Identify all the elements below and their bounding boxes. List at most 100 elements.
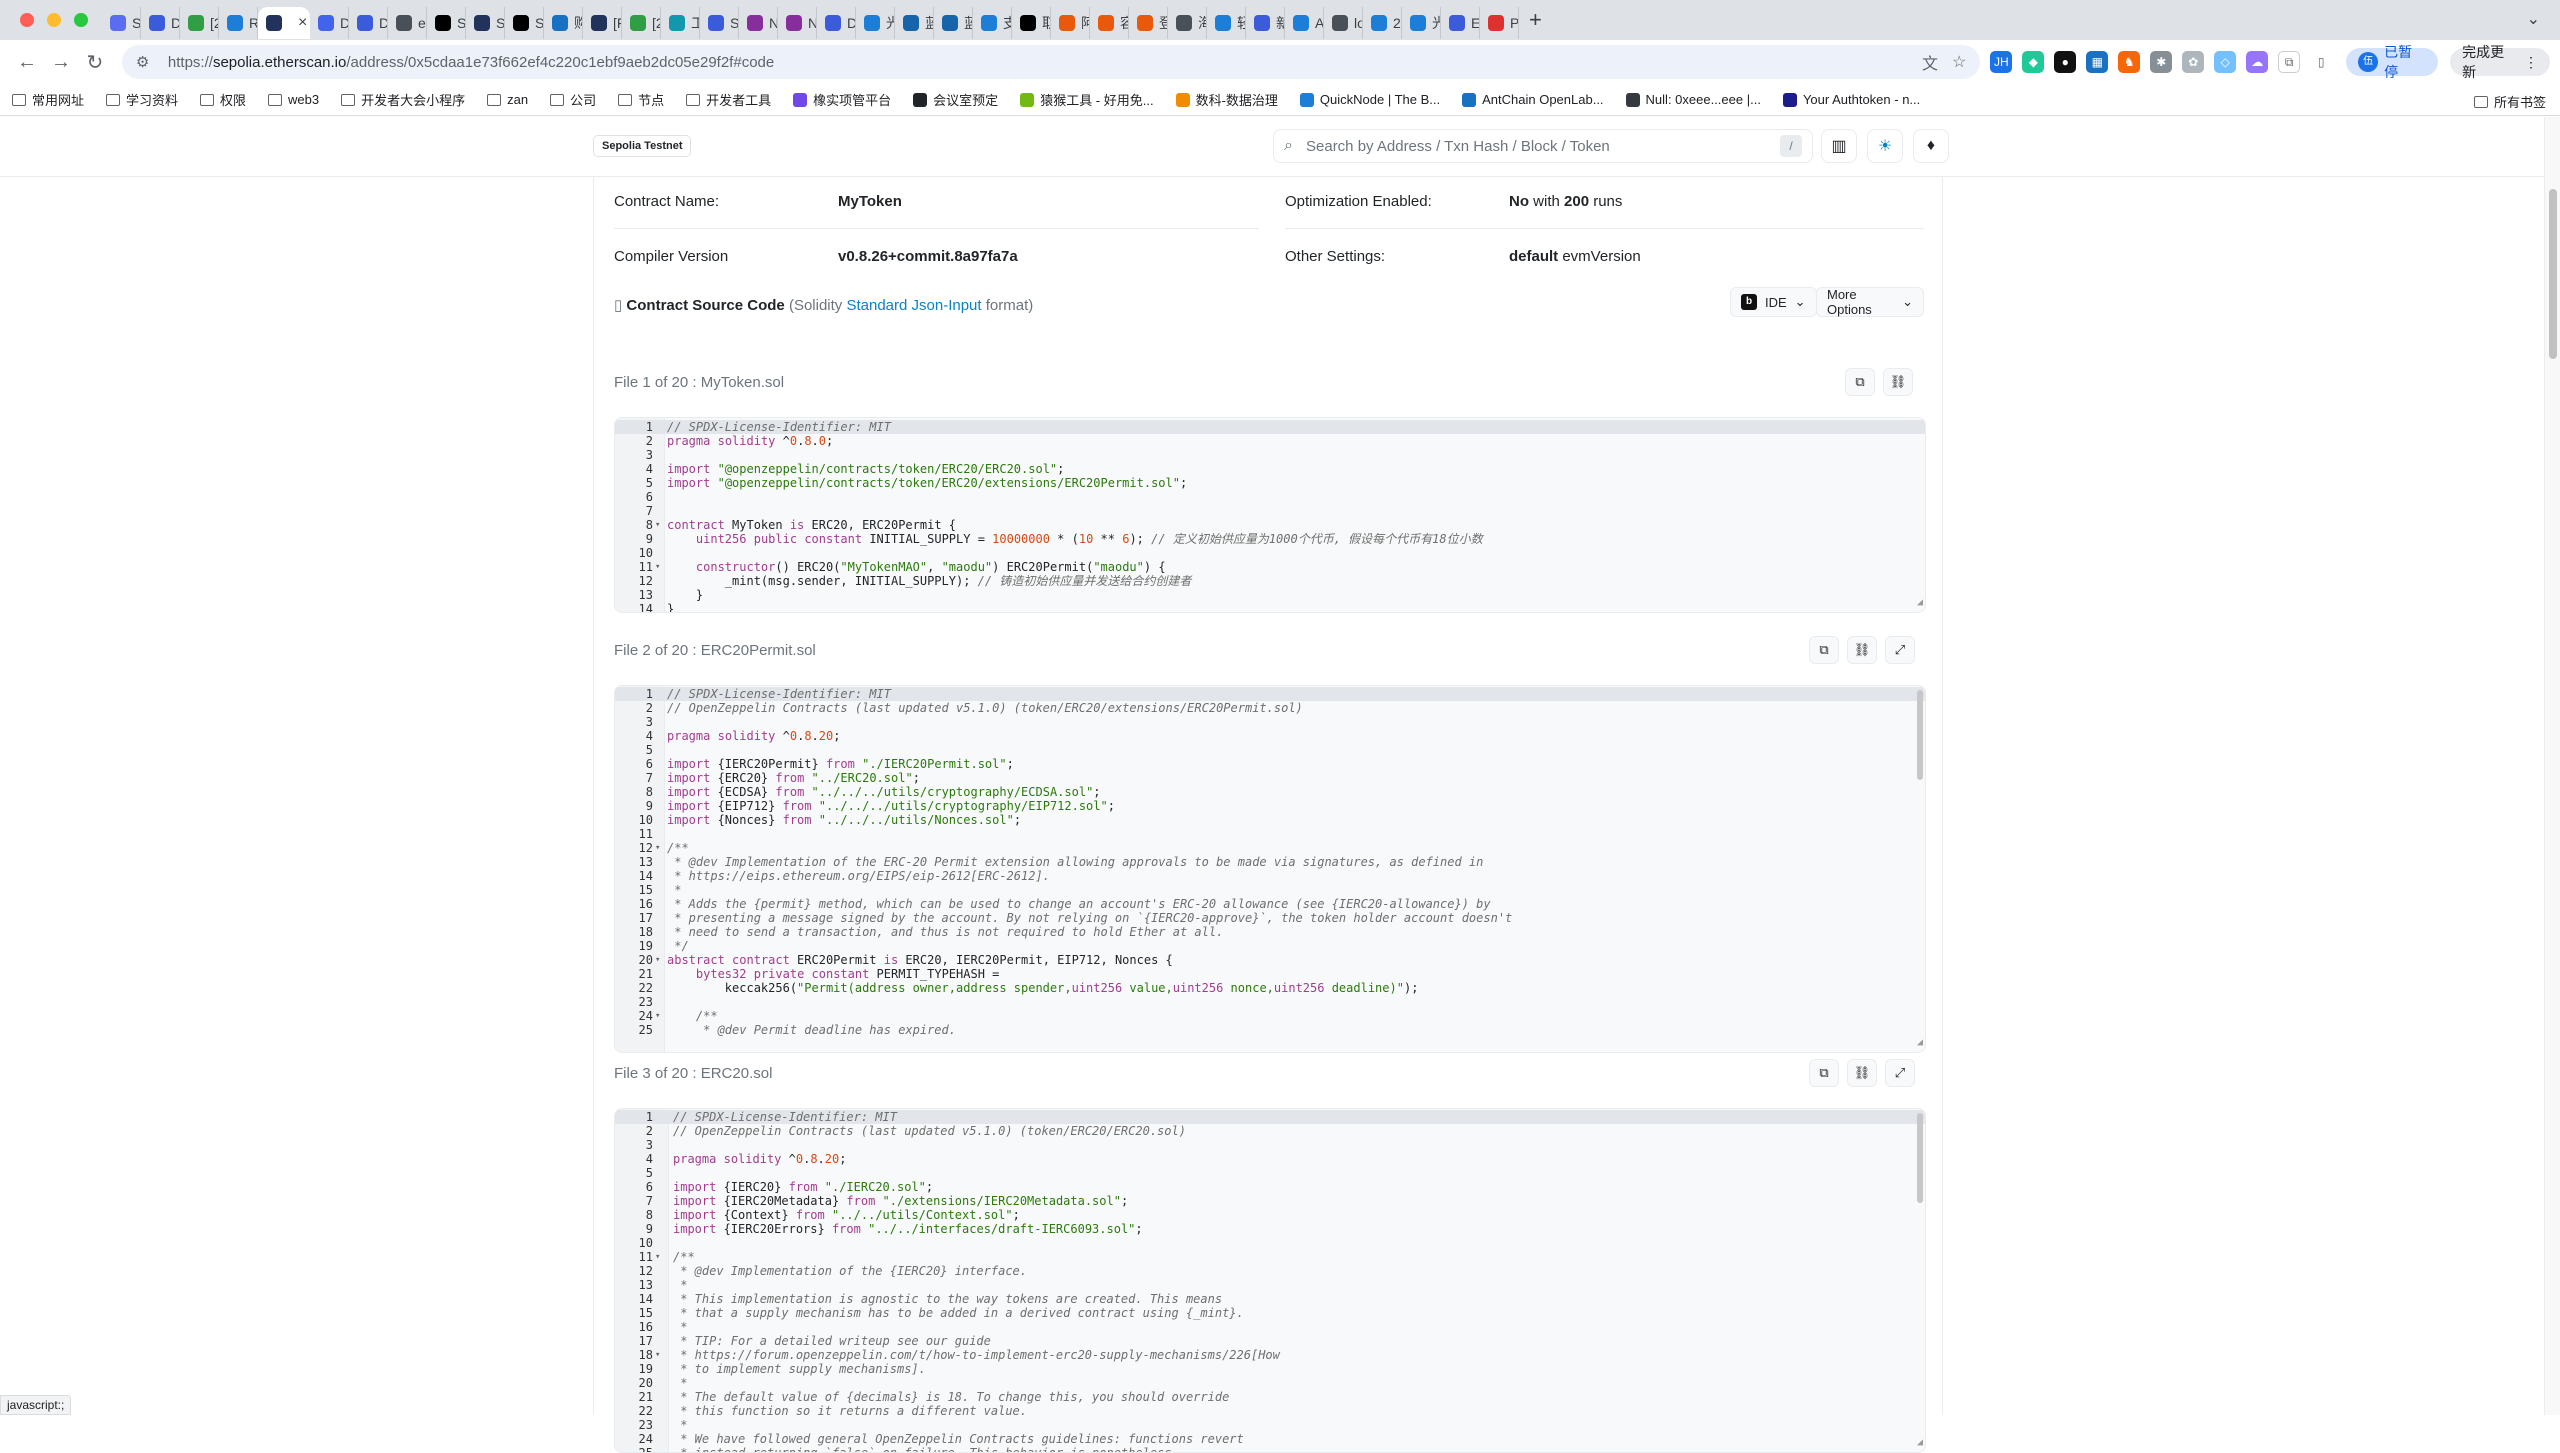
browser-tab[interactable]: ×: [258, 7, 310, 39]
bookmark-item[interactable]: web3: [268, 92, 319, 107]
resize-grip-icon[interactable]: ◢: [1917, 596, 1923, 610]
browser-tab[interactable]: 光寸: [1402, 7, 1441, 39]
browser-tab[interactable]: No: [778, 7, 817, 39]
fold-toggle-icon[interactable]: ▾: [655, 1009, 660, 1023]
browser-tab[interactable]: Se: [505, 7, 544, 39]
browser-tab[interactable]: [2: [180, 7, 219, 39]
bookmark-item[interactable]: 权限: [200, 90, 246, 109]
theme-sun-icon[interactable]: ☀: [1867, 129, 1903, 163]
browser-tab[interactable]: DM: [141, 7, 180, 39]
browser-tab[interactable]: [2: [622, 7, 661, 39]
browser-tab[interactable]: Ple: [1480, 7, 1519, 39]
fold-toggle-icon[interactable]: ▾: [655, 1250, 660, 1264]
browser-tab[interactable]: An: [1285, 7, 1324, 39]
bookmark-item[interactable]: 学习资料: [106, 90, 178, 109]
bookmark-item[interactable]: QuickNode | The B...: [1300, 92, 1440, 107]
site-info-icon[interactable]: ⚙: [136, 53, 158, 71]
browser-tab[interactable]: loc: [1324, 7, 1363, 39]
bookmark-item[interactable]: 开发者工具: [686, 90, 771, 109]
url-text[interactable]: https://sepolia.etherscan.io/address/0x5…: [168, 54, 1908, 71]
code-editor[interactable]: 1// SPDX-License-Identifier: MIT2// Open…: [614, 685, 1926, 1053]
minimize-window-button[interactable]: [47, 13, 61, 27]
bookmark-item[interactable]: AntChain OpenLab...: [1462, 92, 1603, 107]
browser-tab[interactable]: 取消: [1012, 7, 1051, 39]
extension-drop-icon[interactable]: ◇: [2214, 51, 2236, 73]
bookmark-item[interactable]: Your Authtoken - n...: [1783, 92, 1920, 107]
all-bookmarks-button[interactable]: 所有书签: [2474, 92, 2546, 111]
bookmark-item[interactable]: 会议室预定: [913, 90, 998, 109]
bookmark-item[interactable]: zan: [487, 92, 528, 107]
bookmark-item[interactable]: 常用网址: [12, 90, 84, 109]
extension-circle-icon[interactable]: ●: [2054, 51, 2076, 73]
back-arrow-icon[interactable]: ←: [10, 45, 44, 79]
new-tab-button[interactable]: +: [1529, 7, 1542, 33]
extension-cloud-icon[interactable]: ☁: [2246, 51, 2268, 73]
bookmark-item[interactable]: 公司: [550, 90, 596, 109]
copy-button[interactable]: ⧉: [1845, 368, 1875, 396]
link-button[interactable]: ⛓: [1847, 636, 1877, 664]
browser-tab[interactable]: Se: [466, 7, 505, 39]
browser-tab[interactable]: Da: [310, 7, 349, 39]
more-options-button[interactable]: More Options ⌄: [1816, 287, 1924, 317]
bookmark-item[interactable]: Null: 0xeee...eee |...: [1626, 92, 1761, 107]
browser-tab[interactable]: Eth: [1441, 7, 1480, 39]
browser-tab[interactable]: 海外: [1168, 7, 1207, 39]
extension-bug-icon[interactable]: ✿: [2182, 51, 2204, 73]
browser-tab[interactable]: 20: [1363, 7, 1402, 39]
browser-tab[interactable]: 工作: [661, 7, 700, 39]
fold-toggle-icon[interactable]: ▾: [655, 518, 660, 532]
address-bar[interactable]: ⚙ https://sepolia.etherscan.io/address/0…: [122, 45, 1980, 79]
fullscreen-button[interactable]: ⤢: [1885, 636, 1915, 664]
code-scrollbar-thumb[interactable]: [1917, 690, 1923, 780]
bookmark-item[interactable]: 开发者大会小程序: [341, 90, 465, 109]
code-editor[interactable]: 1// SPDX-License-Identifier: MIT2// Open…: [614, 1108, 1926, 1453]
fold-toggle-icon[interactable]: ▾: [655, 1348, 660, 1362]
code-scrollbar-thumb[interactable]: [1917, 1113, 1923, 1203]
bookmark-item[interactable]: 数科-数据治理: [1176, 90, 1278, 109]
browser-tab[interactable]: 轻松: [1207, 7, 1246, 39]
metamask-icon[interactable]: ♞: [2118, 51, 2140, 73]
browser-tab[interactable]: [F: [583, 7, 622, 39]
browser-tab[interactable]: DM: [817, 7, 856, 39]
link-button[interactable]: ⛓: [1883, 368, 1913, 396]
browser-tab[interactable]: 登录: [1129, 7, 1168, 39]
fold-toggle-icon[interactable]: ▾: [655, 953, 660, 967]
code-editor[interactable]: 1// SPDX-License-Identifier: MIT2pragma …: [614, 417, 1926, 613]
browser-tab[interactable]: 蓝领: [934, 7, 973, 39]
browser-tab[interactable]: No: [739, 7, 778, 39]
side-panel-icon[interactable]: ▯: [2310, 51, 2332, 73]
browser-tab[interactable]: 购买: [544, 7, 583, 39]
translate-icon[interactable]: 文: [1922, 50, 1938, 74]
browser-tab[interactable]: Re: [219, 7, 258, 39]
bookmark-item[interactable]: 节点: [618, 90, 664, 109]
browser-tab[interactable]: Se: [102, 7, 141, 39]
resize-grip-icon[interactable]: ◢: [1917, 1436, 1923, 1450]
bookmark-star-icon[interactable]: ☆: [1952, 52, 1966, 72]
close-tab-icon[interactable]: ×: [298, 14, 307, 32]
extension-green-icon[interactable]: ◆: [2022, 51, 2044, 73]
browser-tab[interactable]: DM: [349, 7, 388, 39]
extension-puzzle-gray-icon[interactable]: ✱: [2150, 51, 2172, 73]
reload-icon[interactable]: ↻: [78, 45, 112, 79]
copy-button[interactable]: ⧉: [1809, 1059, 1839, 1087]
resize-grip-icon[interactable]: ◢: [1917, 1036, 1923, 1050]
browser-tab[interactable]: 光寸: [856, 7, 895, 39]
browser-tab[interactable]: 支付: [973, 7, 1012, 39]
browser-tab[interactable]: 容器: [1090, 7, 1129, 39]
forward-arrow-icon[interactable]: →: [44, 45, 78, 79]
extension-jh-icon[interactable]: JH: [1990, 51, 2012, 73]
browser-tab[interactable]: 阿里: [1051, 7, 1090, 39]
tab-search-icon[interactable]: ⌄: [2527, 9, 2540, 29]
copy-button[interactable]: ⧉: [1809, 636, 1839, 664]
fullscreen-button[interactable]: ⤢: [1885, 1059, 1915, 1087]
browser-tab[interactable]: eth: [388, 7, 427, 39]
extension-calendar-icon[interactable]: ▦: [2086, 51, 2108, 73]
ethereum-network-icon[interactable]: ♦: [1913, 129, 1949, 163]
standard-json-input-link[interactable]: Standard Json-Input: [846, 297, 981, 314]
browser-tab[interactable]: SQ: [700, 7, 739, 39]
page-scrollbar[interactable]: [2544, 117, 2560, 1415]
profile-paused-button[interactable]: 伍 已暂停: [2346, 48, 2438, 76]
fold-toggle-icon[interactable]: ▾: [655, 841, 660, 855]
zoom-window-button[interactable]: [74, 13, 88, 27]
fold-toggle-icon[interactable]: ▾: [655, 560, 660, 574]
